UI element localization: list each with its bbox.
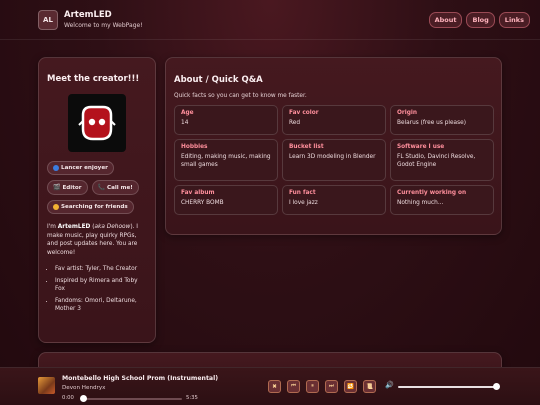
- about-subtitle: Quick facts so you can get to know me fa…: [174, 93, 307, 99]
- qa-cell-working-on: Currently working on Nothing much...: [390, 185, 494, 215]
- repeat-icon[interactable]: 🔁: [344, 380, 357, 393]
- nav-about-button[interactable]: About: [428, 11, 463, 28]
- player-controls: ✖ ⏮ ⏸ ⏭ 🔁 📜: [268, 380, 376, 393]
- qa-cell-software: Software I use FL Studio, Davinci Resolv…: [390, 139, 494, 181]
- pill-label: Call me!: [107, 184, 133, 191]
- list-item: Fandoms: Omori, Deltarune, Mother 3: [55, 297, 147, 314]
- track-artist: Devon Hendryx: [62, 385, 106, 391]
- progress-bar[interactable]: [82, 397, 182, 400]
- nav-blog-button[interactable]: Blog: [466, 11, 495, 28]
- music-player: Montebello High School Prom (Instrumenta…: [0, 367, 540, 405]
- creator-facts-list: Fav artist: Tyler, The Creator Inspired …: [47, 265, 147, 314]
- qa-cell-fav-album: Fav album CHERRY BOMB: [174, 185, 278, 215]
- qa-grid: Age 14 Fav color Red Origin Belarus (fre…: [174, 105, 494, 215]
- shuffle-icon[interactable]: ✖: [268, 380, 281, 393]
- avatar-face-icon: [78, 105, 116, 141]
- qa-cell-fav-color: Fav color Red: [282, 105, 386, 135]
- pill-lancer-enjoyer[interactable]: Lancer enjoyer: [47, 161, 114, 175]
- list-item: Fav artist: Tyler, The Creator: [55, 265, 147, 274]
- blue-dot-icon: [53, 165, 59, 171]
- clapperboard-icon: 🎬: [53, 184, 61, 191]
- qa-cell-hobbies: Hobbies Editing, making music, making sm…: [174, 139, 278, 181]
- track-title: Montebello High School Prom (Instrumenta…: [62, 375, 219, 382]
- nav-links-button[interactable]: Links: [498, 11, 530, 28]
- pill-call-me[interactable]: 📞 Call me!: [91, 180, 139, 195]
- creator-card: Meet the creator!!! Lancer enjoyer 🎬 Edi…: [38, 57, 156, 343]
- about-title: About / Quick Q&A: [174, 75, 263, 85]
- qa-cell-bucket-list: Bucket list Learn 3D modeling in Blender: [282, 139, 386, 181]
- pill-editor[interactable]: 🎬 Editor: [47, 180, 88, 195]
- time-current: 0:00: [62, 395, 74, 401]
- smile-icon: [53, 204, 59, 210]
- volume-handle[interactable]: [493, 383, 500, 390]
- avatar: [68, 94, 126, 152]
- pill-label: Searching for friends: [61, 204, 128, 210]
- site-header: AL ArtemLED Welcome to my WebPage! About…: [0, 0, 540, 40]
- album-art: [38, 377, 55, 394]
- list-item: Inspired by Rimera and Toby Fox: [55, 277, 147, 294]
- volume-slider[interactable]: [398, 386, 498, 388]
- progress-handle[interactable]: [80, 395, 87, 402]
- brand: ArtemLED Welcome to my WebPage!: [64, 10, 143, 29]
- site-name: ArtemLED: [64, 10, 112, 20]
- logo-badge[interactable]: AL: [38, 9, 58, 30]
- time-total: 5:35: [186, 395, 198, 401]
- previous-icon[interactable]: ⏮: [287, 380, 300, 393]
- top-nav: About Blog Links: [428, 11, 530, 28]
- phone-icon: 📞: [97, 184, 105, 191]
- pause-icon[interactable]: ⏸: [306, 380, 319, 393]
- volume-icon[interactable]: 🔊: [385, 381, 394, 389]
- pill-searching-for-friends[interactable]: Searching for friends: [47, 200, 134, 214]
- qa-cell-origin: Origin Belarus (free us please): [390, 105, 494, 135]
- qa-cell-fun-fact: Fun fact I love jazz: [282, 185, 386, 215]
- pill-label: Editor: [62, 184, 82, 191]
- bio-aka: aka Dehoow: [94, 224, 131, 230]
- playlist-icon[interactable]: 📜: [363, 380, 376, 393]
- about-card: About / Quick Q&A Quick facts so you can…: [165, 57, 502, 235]
- pill-label: Lancer enjoyer: [61, 165, 108, 171]
- bio-name: ArtemLED: [57, 224, 91, 230]
- qa-cell-age: Age 14: [174, 105, 278, 135]
- site-tagline: Welcome to my WebPage!: [64, 22, 143, 29]
- creator-bio: I'm ArtemLED (aka Dehoow). I make music,…: [47, 223, 147, 314]
- creator-title: Meet the creator!!!: [47, 74, 140, 84]
- next-icon[interactable]: ⏭: [325, 380, 338, 393]
